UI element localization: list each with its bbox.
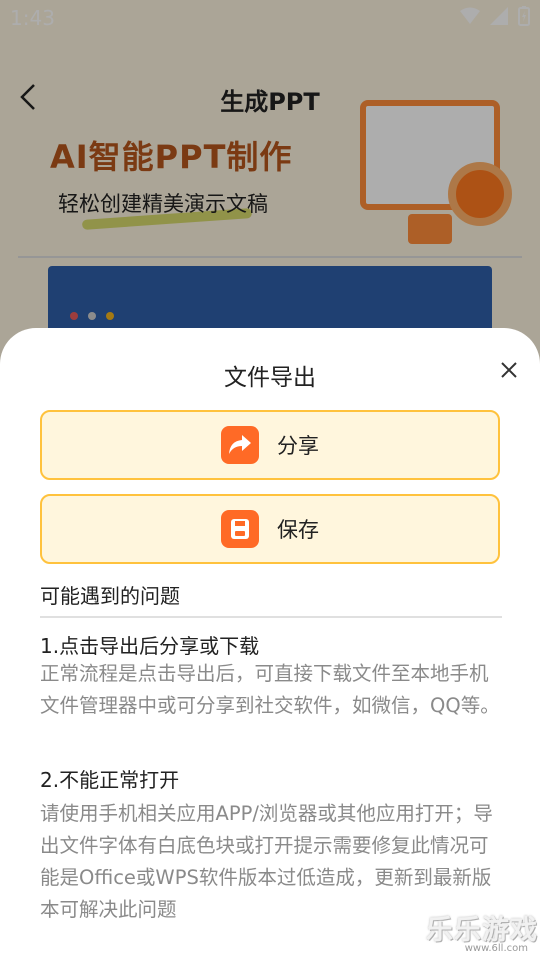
save-button[interactable]: 保存 — [40, 494, 500, 564]
close-button[interactable] — [494, 356, 524, 386]
share-label: 分享 — [277, 434, 319, 458]
save-icon — [221, 510, 259, 548]
faq-answer: 正常流程是点击导出后，可直接下载文件至本地手机文件管理器中或可分享到社交软件，如… — [40, 662, 500, 717]
export-sheet: 文件导出 分享 保存 可能遇到的问题 1.点击导出后分享或下载 正常流程是点击导… — [0, 328, 540, 960]
close-icon — [501, 362, 517, 378]
sheet-title: 文件导出 — [224, 365, 316, 391]
faq-answer: 请使用手机相关应用APP/浏览器或其他应用打开；导出文件字体有白底色块或打开提示… — [40, 802, 493, 921]
watermark: 乐乐游戏 www.6ll.com — [420, 908, 538, 958]
faq-question: 2.不能正常打开 — [40, 768, 180, 792]
share-button[interactable]: 分享 — [40, 410, 500, 480]
save-label: 保存 — [277, 518, 319, 542]
watermark-text: 乐乐游戏 — [426, 915, 538, 946]
share-icon — [221, 426, 259, 464]
faq-question: 1.点击导出后分享或下载 — [40, 634, 260, 658]
faq-divider — [40, 616, 502, 618]
faq-heading: 可能遇到的问题 — [40, 584, 180, 608]
